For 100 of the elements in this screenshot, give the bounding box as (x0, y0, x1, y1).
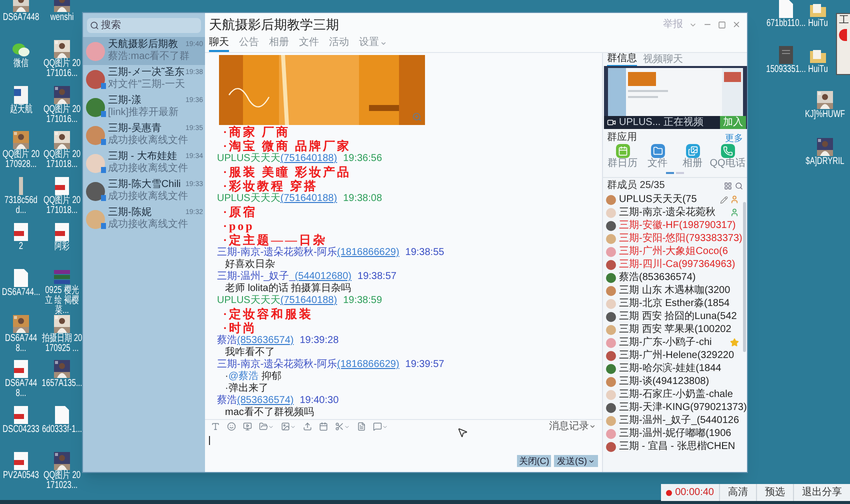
document-icon[interactable] (357, 422, 366, 431)
conversation-name: 三期-陈妮 (108, 207, 152, 218)
document-icon (14, 86, 28, 104)
scissors-icon[interactable] (335, 422, 344, 431)
sender-id-link[interactable]: (853636574) (237, 395, 294, 407)
avatar (86, 210, 105, 228)
member-item[interactable]: 三期-北京 Esther淼(1854 (606, 297, 739, 310)
file-label: QQ图片 20171018... (42, 196, 82, 216)
search-field[interactable]: 搜索 (87, 18, 201, 33)
recorder-button[interactable]: 高清 (719, 484, 756, 501)
member-item[interactable]: 三期 - 宜昌 - 张思楷CHEN (606, 440, 739, 453)
file-label: 2 (17, 242, 24, 252)
member-name: 三期 山东 木遇林咖(3200 (619, 284, 730, 296)
sender-id-link[interactable]: (1816866629) (337, 247, 400, 259)
grid-icon[interactable] (724, 182, 732, 190)
member-item[interactable]: 三期 西安 拾囧的Luna(542 (606, 310, 739, 323)
member-item[interactable]: 三期-温州-妮仔嘟嘟(1906 (606, 427, 739, 440)
sender-id-link[interactable]: (853636574) (237, 335, 294, 347)
recorder-button[interactable]: 预选 (756, 484, 793, 501)
file-label: 1657A135... (41, 379, 82, 390)
caret-icon[interactable] (268, 424, 274, 430)
conversation-name: 三期-漾 (108, 95, 142, 106)
pdf-file-icon (54, 177, 68, 196)
member-item[interactable]: 蔡浩(853636574) (606, 271, 739, 284)
member-item[interactable]: 三期-广州-Helene(329220 (606, 349, 739, 362)
file-label: QQ图片 20171016... (42, 104, 82, 125)
history-button[interactable]: 消息记录 (549, 420, 596, 432)
file-label: wenshi (48, 13, 74, 23)
scrollbar[interactable] (743, 202, 746, 352)
caret-icon[interactable] (344, 424, 350, 430)
maximize-icon[interactable] (718, 20, 726, 29)
sender-id-link[interactable]: (751640188) (280, 295, 338, 307)
image-icon[interactable] (281, 422, 290, 431)
recorder-button[interactable]: 退出分享 (793, 484, 850, 501)
avatar (86, 182, 105, 200)
phone-icon (720, 144, 734, 158)
sender-id-link[interactable]: (751640188) (280, 193, 338, 205)
member-item[interactable]: 三期-温州-_奴子_(5440126 (606, 414, 739, 427)
archive-icon (52, 268, 70, 285)
message-text: ·彩妆教程 穿搭 (222, 179, 320, 193)
upload-icon[interactable] (303, 422, 312, 431)
message-text: ·时尚 (223, 321, 258, 335)
video-icon[interactable] (243, 422, 252, 431)
sender-name[interactable]: 蔡浩 (217, 395, 237, 407)
message-text: ·服装 美瞳 彩妆产品 (222, 165, 352, 179)
message-text: ·定妆容和服装 (222, 307, 314, 321)
sender-id-link[interactable]: (751640188) (280, 153, 338, 165)
member-item[interactable]: 三期 西安 苹果果(100202 (606, 323, 739, 336)
message-text: ·原宿 (222, 205, 258, 219)
sender-name[interactable]: 三期-南京-遗朵花菀秋-阿乐 (217, 247, 337, 259)
sender-id-link[interactable]: (1816866629) (337, 359, 400, 371)
folder-icon[interactable] (259, 422, 268, 431)
file-label: 微信 (12, 58, 30, 69)
member-item[interactable]: 三期-安徽-HF(198790317) (606, 219, 739, 232)
person-icon (730, 195, 739, 204)
calendar-icon[interactable] (319, 422, 328, 431)
member-name: 三期-广东-小鸥子-chi (619, 336, 712, 348)
member-item[interactable]: 三期-四川-Ca(997364963) (606, 258, 739, 271)
message-time: 19:40:30 (300, 395, 339, 406)
caret-icon[interactable] (290, 424, 296, 430)
send-button[interactable]: 发送(S) (554, 455, 598, 467)
chat-icon[interactable] (373, 422, 382, 431)
sender-id-link[interactable]: (544012680) (294, 271, 352, 283)
pencil-icon[interactable] (720, 196, 728, 204)
member-item[interactable]: 三期-谈(494123808) (606, 375, 739, 388)
emoji-icon[interactable] (227, 422, 236, 431)
mention-link[interactable]: @蔡浩 (228, 371, 258, 382)
close-button[interactable]: 关闭(C) (517, 455, 551, 467)
app-button[interactable]: 文件 (640, 144, 675, 169)
more-link[interactable]: 更多 (725, 132, 743, 144)
sender-name[interactable]: 三期-南京-遗朵花菀秋-阿乐 (217, 359, 337, 371)
member-item[interactable]: 三期-南京-遗朵花菀秋 (606, 206, 739, 219)
message-time: 19:39:57 (405, 359, 444, 371)
member-item[interactable]: 三期 山东 木遇林咖(3200 (606, 284, 739, 297)
app-button[interactable]: 群日历 (605, 144, 640, 169)
member-item[interactable]: UPLUS天天天(75 (606, 193, 739, 206)
file-label: QQ图片 20171018... (42, 150, 82, 170)
pdf-file-icon (14, 222, 28, 241)
member-item[interactable]: 三期-石家庄-小奶盖-chale (606, 388, 739, 401)
font-icon[interactable] (211, 422, 220, 431)
caret-icon (588, 458, 595, 464)
file-icon (14, 268, 28, 287)
pdf-file-icon (54, 222, 68, 241)
app-button[interactable]: QQ电话 (710, 144, 745, 169)
close-icon[interactable] (732, 20, 741, 30)
caret-icon[interactable] (382, 424, 388, 430)
file-label: 阿彩 (53, 242, 70, 252)
sender-name[interactable]: 蔡浩 (217, 335, 237, 347)
avatar (86, 42, 105, 60)
sender-name[interactable]: 三期-温州-_奴子_ (217, 271, 295, 283)
app-button[interactable]: 相册 (675, 144, 710, 169)
member-item[interactable]: 三期-广州-大象姐Coco(6 (606, 245, 739, 258)
member-item[interactable]: 三期-哈尔滨-娃娃(1844 (606, 362, 739, 375)
member-item[interactable]: 三期-广东-小鸥子-chi (606, 336, 739, 349)
avatar (86, 154, 105, 172)
member-name: 三期-安徽-HF(198790317) (619, 220, 736, 232)
search-icon[interactable] (735, 182, 743, 190)
folder-icon (650, 144, 664, 158)
message-preview: 成功接收离线文件 (108, 135, 189, 147)
conversation-name: 天航摄影后期教 (108, 39, 178, 50)
